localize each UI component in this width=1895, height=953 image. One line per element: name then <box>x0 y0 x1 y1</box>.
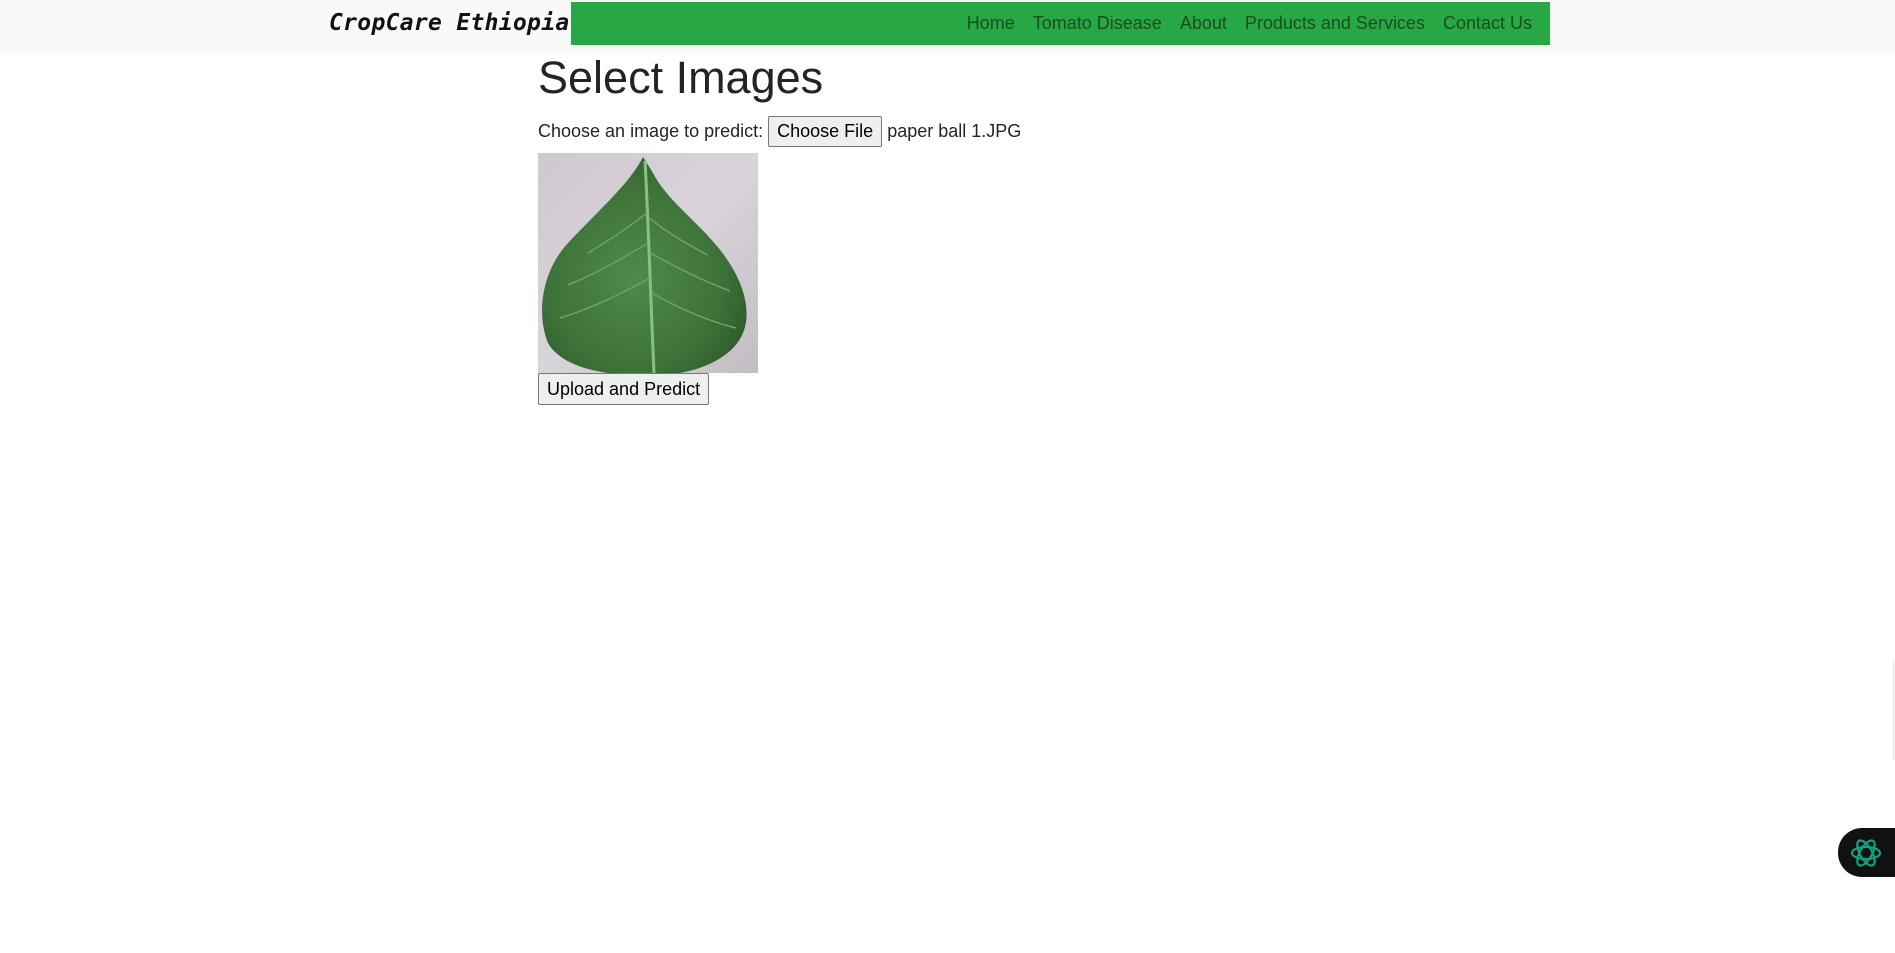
assistant-launcher[interactable] <box>1838 828 1895 877</box>
nav-products-and-services[interactable]: Products and Services <box>1236 2 1434 45</box>
nav-tomato-disease[interactable]: Tomato Disease <box>1024 2 1171 45</box>
upload-and-predict-button[interactable]: Upload and Predict <box>538 373 710 405</box>
page-title: Select Images <box>538 52 824 103</box>
main-nav: Home Tomato Disease About Products and S… <box>958 2 1541 45</box>
nav-home[interactable]: Home <box>958 2 1024 45</box>
scroll-edge <box>1893 660 1894 760</box>
leaf-preview-image <box>538 153 758 373</box>
nav-about[interactable]: About <box>1171 2 1236 45</box>
file-input-label: Choose an image to predict: <box>538 120 764 141</box>
choose-file-button[interactable]: Choose File <box>768 115 883 147</box>
top-navbar: CropCare Ethiopia Home Tomato Disease Ab… <box>0 0 1895 53</box>
nav-contact-us[interactable]: Contact Us <box>1434 2 1541 45</box>
file-input-row: Choose an image to predict: Choose File … <box>538 115 1021 147</box>
nav-band: Home Tomato Disease About Products and S… <box>571 2 1550 45</box>
selected-file-name: paper ball 1.JPG <box>887 120 1022 141</box>
openai-icon <box>1850 838 1882 867</box>
main-content: Select Images Choose an image to predict… <box>538 52 1021 405</box>
brand-logo[interactable]: CropCare Ethiopia <box>329 8 570 38</box>
